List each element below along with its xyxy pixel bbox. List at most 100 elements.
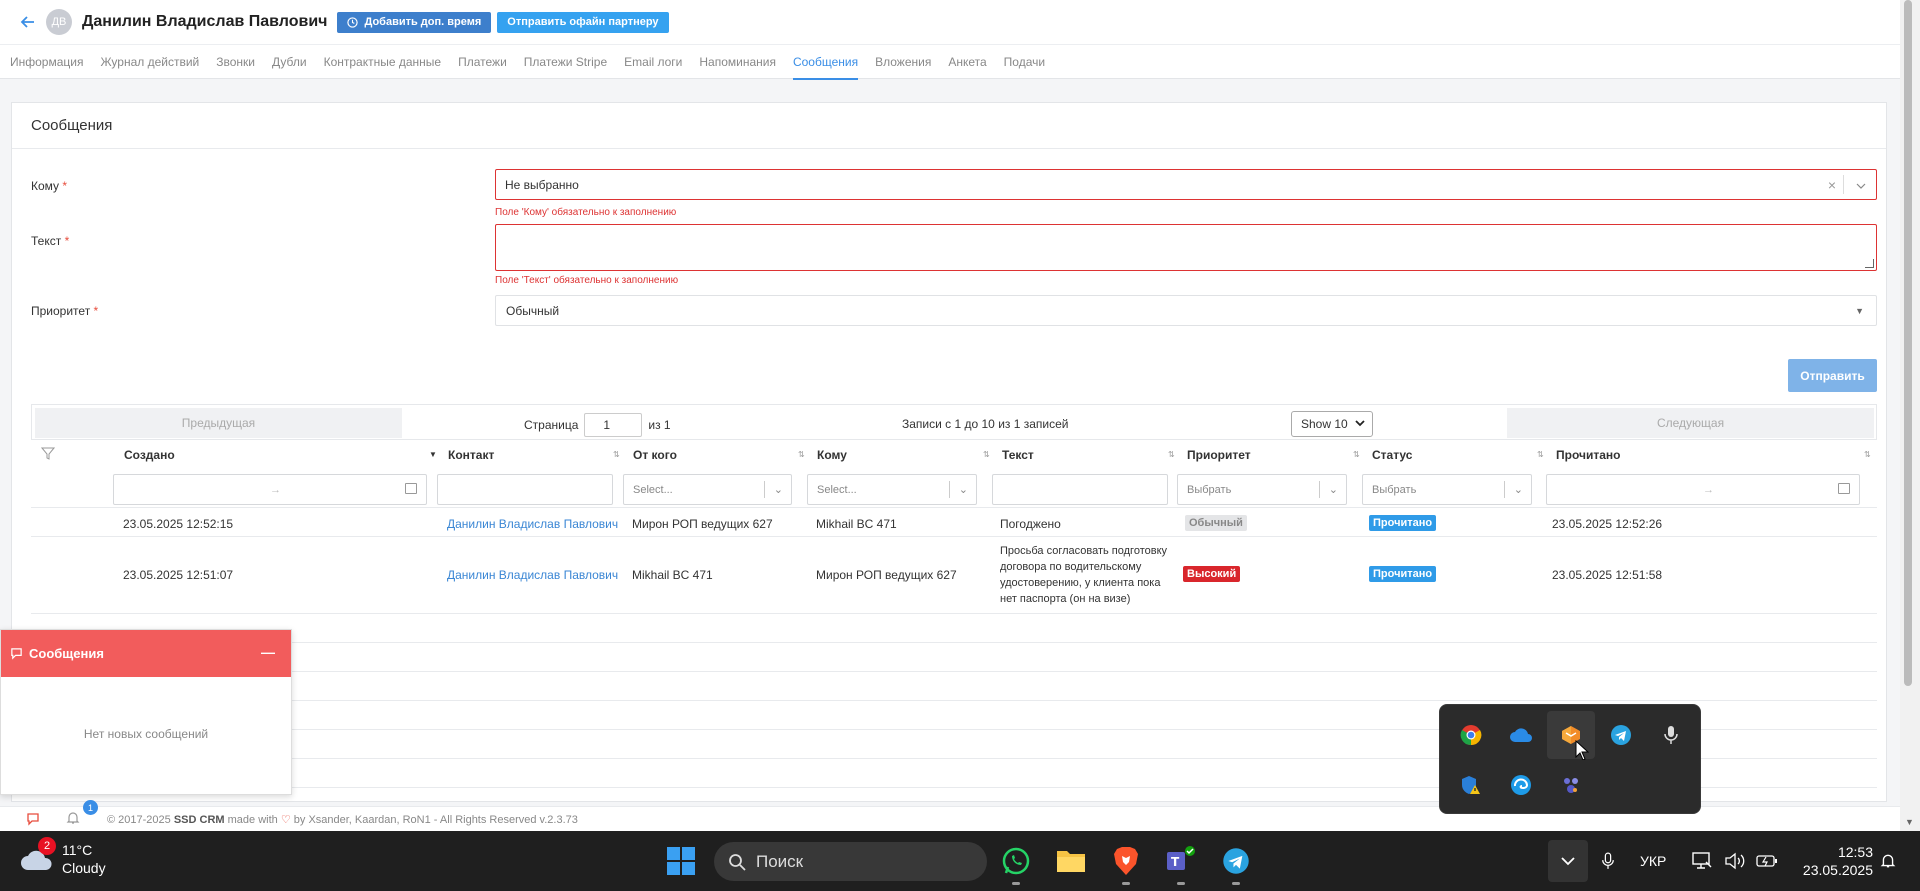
sort-icon[interactable]: ⇅ xyxy=(613,450,620,459)
keyboard-language[interactable]: УКР xyxy=(1640,831,1666,891)
tab-questionnaire[interactable]: Анкета xyxy=(948,44,986,79)
chrome-icon[interactable] xyxy=(1447,711,1495,759)
to-filter[interactable]: Select... ⌄ xyxy=(807,474,977,505)
telegram-taskbar-icon[interactable] xyxy=(1218,843,1254,885)
from-filter[interactable]: Select... ⌄ xyxy=(623,474,792,505)
sort-icon[interactable]: ⇅ xyxy=(1353,450,1360,459)
add-extra-time-label: Добавить доп. время xyxy=(364,16,482,28)
col-contact[interactable]: Контакт xyxy=(448,448,494,462)
col-status[interactable]: Статус xyxy=(1372,448,1412,462)
messages-widget-header[interactable]: Сообщения — xyxy=(1,630,291,677)
onedrive-cloud-icon[interactable] xyxy=(1497,711,1545,759)
teams-tray-icon[interactable] xyxy=(1547,761,1595,809)
tray-mic-icon[interactable] xyxy=(1601,831,1615,891)
to-select[interactable]: Не выбранно × xyxy=(495,169,1877,200)
sort-icon[interactable]: ⇅ xyxy=(1168,450,1175,459)
sort-desc-icon[interactable]: ▼ xyxy=(429,450,437,459)
col-read[interactable]: Прочитано xyxy=(1556,448,1620,462)
tab-info[interactable]: Информация xyxy=(10,44,83,79)
chevron-down-icon[interactable] xyxy=(1856,178,1866,192)
tab-stripe-payments[interactable]: Платежи Stripe xyxy=(524,44,607,79)
notifications-bell-icon[interactable] xyxy=(1880,831,1896,891)
tab-calls[interactable]: Звонки xyxy=(216,44,255,79)
status-filter[interactable]: Выбрать ⌄ xyxy=(1362,474,1532,505)
prev-page-button[interactable]: Предыдущая xyxy=(35,408,402,438)
cell-contact-link[interactable]: Данилин Владислав Павлович xyxy=(447,517,618,531)
resize-handle[interactable] xyxy=(1865,259,1874,268)
sort-icon[interactable]: ⇅ xyxy=(1537,450,1544,459)
tab-messages[interactable]: Сообщения xyxy=(792,44,859,80)
contact-filter[interactable] xyxy=(437,474,613,505)
priority-select-value: Обычный xyxy=(506,303,560,318)
cell-to: Мирон РОП ведущих 627 xyxy=(816,568,957,582)
microphone-icon[interactable] xyxy=(1647,711,1695,759)
col-priority[interactable]: Приоритет xyxy=(1187,448,1251,462)
col-created[interactable]: Создано xyxy=(124,448,175,462)
clear-icon[interactable]: × xyxy=(1828,177,1836,193)
text-filter[interactable] xyxy=(992,474,1168,505)
page-size-select[interactable]: Show 10 xyxy=(1291,411,1373,437)
calendar-icon[interactable] xyxy=(405,483,417,494)
read-date-range-filter[interactable]: → xyxy=(1546,474,1860,505)
tab-payments[interactable]: Платежи xyxy=(458,44,507,79)
battery-icon[interactable] xyxy=(1756,831,1778,891)
security-warning-icon[interactable] xyxy=(1447,761,1495,809)
temperature: 11°C xyxy=(62,842,93,858)
tab-email-logs[interactable]: Email логи xyxy=(624,44,682,79)
edge-icon[interactable] xyxy=(1497,761,1545,809)
clock-date: 23.05.2025 xyxy=(1802,862,1873,878)
scrollbar-thumb[interactable] xyxy=(1904,0,1912,686)
minimize-icon[interactable]: — xyxy=(261,644,275,660)
tab-reminders[interactable]: Напоминания xyxy=(699,44,776,79)
show-hidden-icons-chevron-icon[interactable] xyxy=(1548,840,1588,882)
created-date-range-filter[interactable]: → xyxy=(113,474,427,505)
brave-browser-icon[interactable] xyxy=(1108,843,1144,885)
telegram-icon[interactable] xyxy=(1597,711,1645,759)
calendar-icon[interactable] xyxy=(1838,483,1850,494)
tab-duplicates[interactable]: Дубли xyxy=(272,44,307,79)
priority-filter[interactable]: Выбрать ⌄ xyxy=(1177,474,1347,505)
weather-widget[interactable]: 2 11°C Cloudy xyxy=(20,837,106,877)
cell-text: Погоджено xyxy=(1000,517,1061,531)
table-row[interactable]: 23.05.2025 12:52:15 Данилин Владислав Па… xyxy=(31,511,1877,537)
priority-label: Приоритет * xyxy=(31,304,99,318)
notification-count-badge: 1 xyxy=(83,800,98,815)
cell-contact-link[interactable]: Данилин Владислав Павлович xyxy=(447,568,618,582)
col-from[interactable]: От кого xyxy=(633,448,677,462)
tab-attachments[interactable]: Вложения xyxy=(875,44,931,79)
sort-icon[interactable]: ⇅ xyxy=(798,450,805,459)
whatsapp-icon[interactable] xyxy=(998,843,1034,885)
page-selector: Страница 1 из 1 xyxy=(524,413,671,437)
messages-widget: Сообщения — Нет новых сообщений xyxy=(0,629,292,795)
bell-icon[interactable] xyxy=(66,811,80,828)
table-row[interactable]: 23.05.2025 12:51:07 Данилин Владислав Па… xyxy=(31,537,1877,614)
windows-start-icon[interactable] xyxy=(663,843,699,879)
chat-icon[interactable] xyxy=(26,812,40,829)
taskbar-search[interactable]: Поиск xyxy=(714,842,987,881)
col-to[interactable]: Кому xyxy=(817,448,847,462)
footer-copyright: © 2017-2025 SSD CRM made with ♡ by Xsand… xyxy=(107,814,578,826)
file-explorer-icon[interactable] xyxy=(1053,843,1089,879)
next-page-button[interactable]: Следующая xyxy=(1507,408,1874,438)
page-number-input[interactable]: 1 xyxy=(584,413,643,437)
tab-action-log[interactable]: Журнал действий xyxy=(100,44,199,79)
system-clock[interactable]: 12:53 23.05.2025 xyxy=(1795,843,1873,879)
tab-submissions[interactable]: Подачи xyxy=(1004,44,1045,79)
network-icon[interactable] xyxy=(1692,831,1712,891)
scroll-down-arrow-icon[interactable]: ▼ xyxy=(1905,817,1914,827)
cell-created: 23.05.2025 12:51:07 xyxy=(123,568,234,582)
sort-icon[interactable]: ⇅ xyxy=(1864,450,1871,459)
col-text[interactable]: Текст xyxy=(1002,448,1034,462)
messages-widget-title: Сообщения xyxy=(29,646,104,661)
teams-icon[interactable]: T xyxy=(1163,843,1199,885)
tab-contract-data[interactable]: Контрактные данные xyxy=(324,44,442,79)
sort-icon[interactable]: ⇅ xyxy=(983,450,990,459)
filter-icon[interactable] xyxy=(40,447,56,464)
priority-select[interactable]: Обычный ▼ xyxy=(495,295,1877,326)
back-arrow-icon[interactable] xyxy=(18,12,38,32)
text-input[interactable] xyxy=(495,224,1877,271)
add-extra-time-button[interactable]: Добавить доп. время xyxy=(337,11,492,33)
volume-icon[interactable] xyxy=(1724,831,1746,891)
send-button[interactable]: Отправить xyxy=(1788,359,1877,392)
send-offer-partner-button[interactable]: Отправить офайн партнеру xyxy=(497,11,669,33)
